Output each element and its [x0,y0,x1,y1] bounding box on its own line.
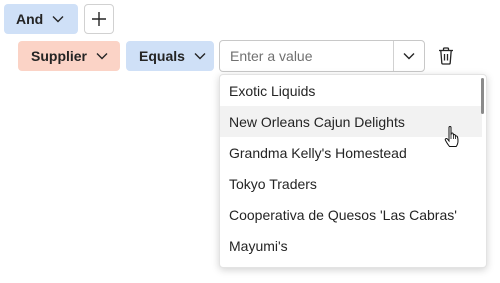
chevron-down-icon [96,52,108,60]
filter-builder: And Supplier Equals Enter a value Exotic… [0,0,500,283]
trash-icon [438,47,454,65]
option-exotic-liquids[interactable]: Exotic Liquids [220,75,482,106]
logic-operator-dropdown[interactable]: And [4,4,78,34]
option-grandma-kellys-homestead[interactable]: Grandma Kelly's Homestead [220,137,482,168]
option-new-orleans-cajun-delights[interactable]: New Orleans Cajun Delights [220,106,482,137]
delete-condition-button[interactable] [435,45,457,67]
listbox-scrollbar[interactable] [481,78,484,114]
operator-label: Equals [139,48,185,64]
operator-dropdown[interactable]: Equals [126,41,214,71]
field-label: Supplier [31,48,88,64]
value-input[interactable] [220,41,393,71]
field-dropdown[interactable]: Supplier [18,41,120,71]
option-cooperativa-de-quesos[interactable]: Cooperativa de Quesos 'Las Cabras' [220,199,482,230]
plus-icon [91,11,107,27]
option-tokyo-traders[interactable]: Tokyo Traders [220,168,482,199]
chevron-down-icon [194,52,206,60]
value-options-listbox[interactable]: Exotic Liquids New Orleans Cajun Delight… [219,74,487,268]
logic-operator-label: And [16,11,44,27]
option-mayumis[interactable]: Mayumi's [220,230,482,261]
chevron-down-icon [52,15,64,23]
combobox-toggle-button[interactable] [393,41,424,71]
value-combobox[interactable] [219,40,425,72]
chevron-down-icon [403,52,415,60]
add-condition-button[interactable] [84,4,114,34]
